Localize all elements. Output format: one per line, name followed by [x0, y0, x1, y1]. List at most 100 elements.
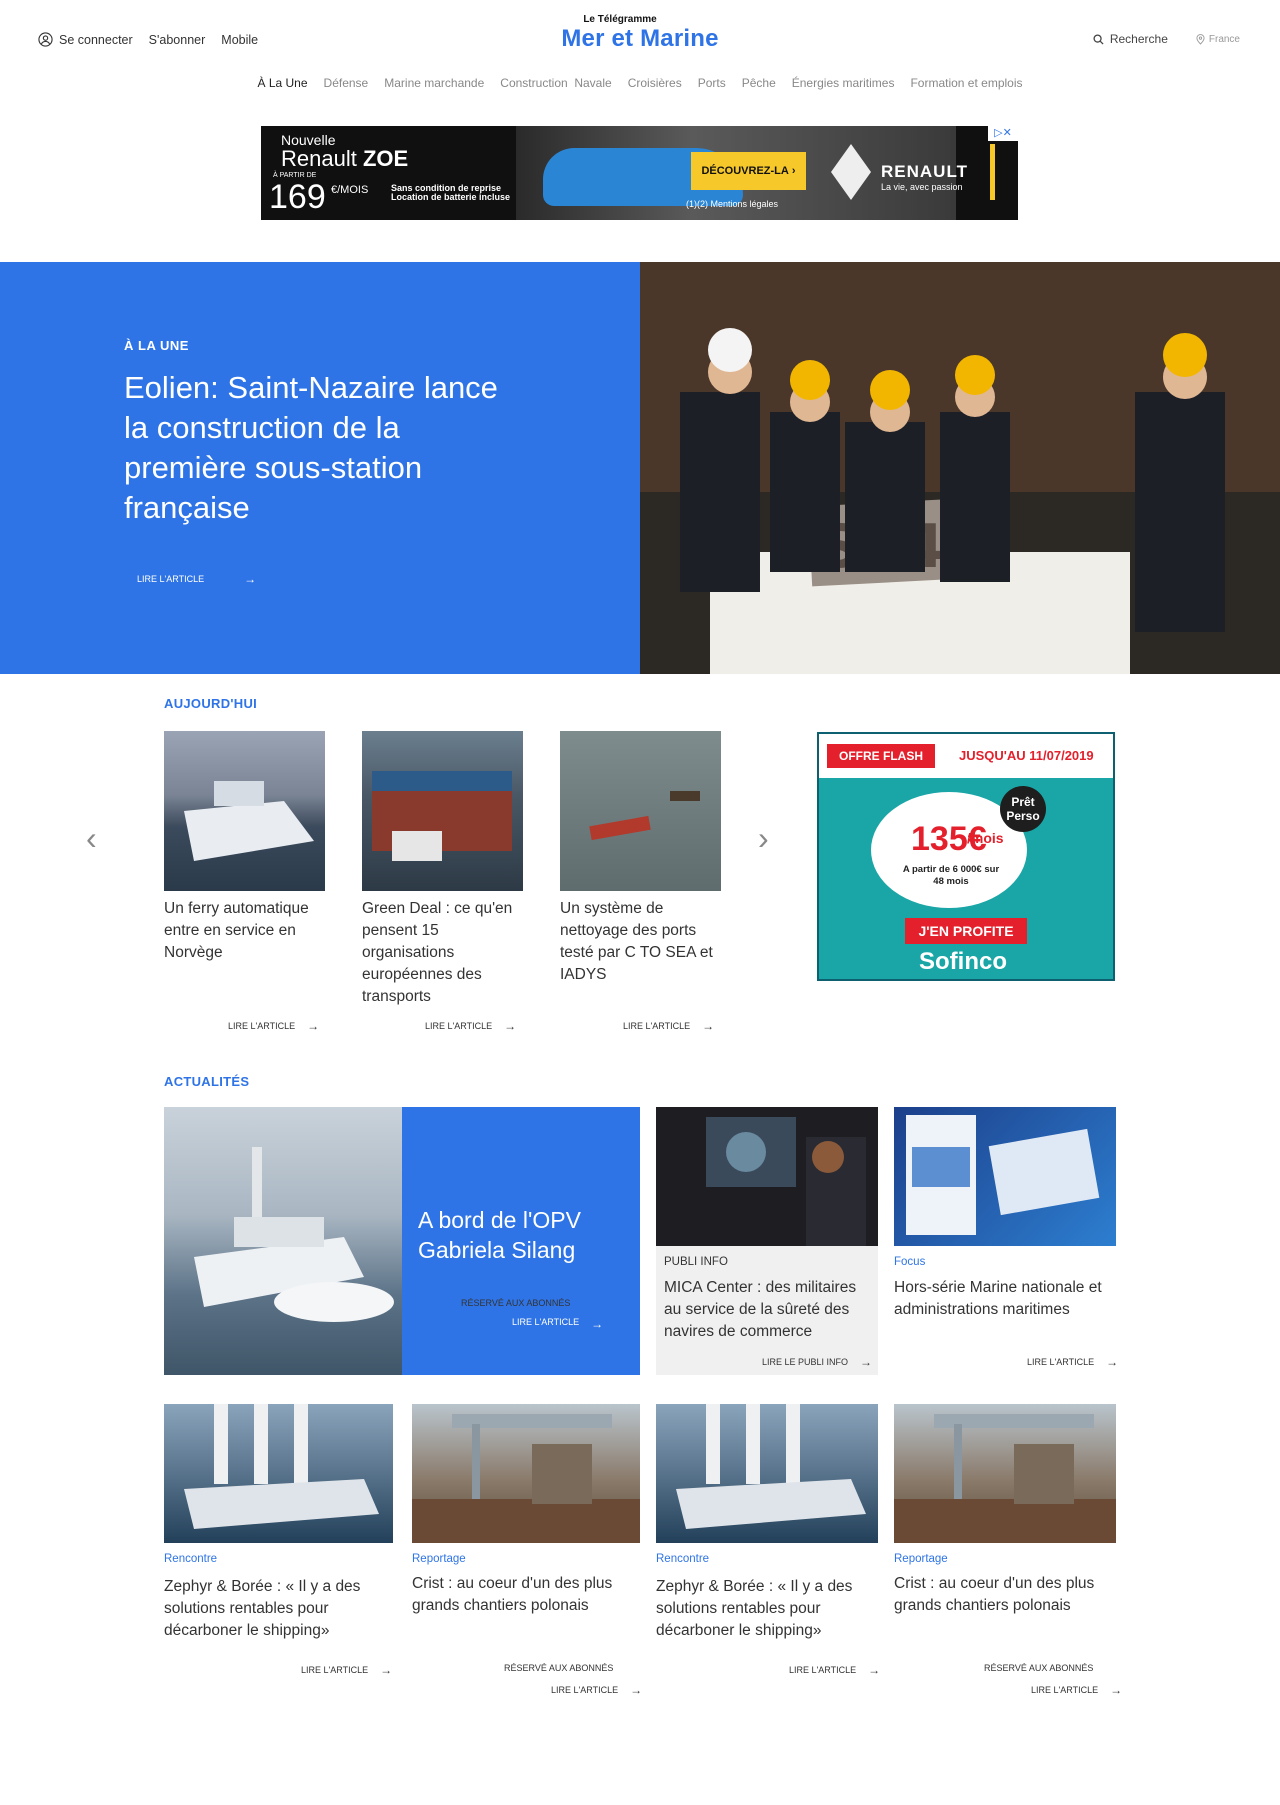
nav-item-formation[interactable]: Formation et emplois	[910, 76, 1022, 90]
arrow-right-icon: →	[380, 1663, 393, 1677]
nav-item-peche[interactable]: Pêche	[742, 76, 776, 90]
ad-brand: RENAULT	[881, 162, 968, 181]
hero-title[interactable]: Eolien: Saint-Nazaire lance la construct…	[124, 368, 524, 528]
hero-text-panel: À LA UNE Eolien: Saint-Nazaire lance la …	[0, 262, 640, 674]
arrow-right-icon: →	[504, 1019, 517, 1033]
today-image-1[interactable]	[164, 731, 325, 891]
sail-ship-illustration	[184, 1404, 379, 1529]
feature-title: A bord de l'OPV Gabriela Silang	[418, 1207, 581, 1263]
publi-title[interactable]: MICA Center : des militaires au service …	[664, 1277, 872, 1343]
top-bar: Se connecter S'abonner Mobile Le Télégra…	[0, 0, 1280, 80]
port-cleaning-illustration	[589, 791, 700, 841]
top-right-tools: Recherche France	[1093, 32, 1240, 46]
hero-kicker: À LA UNE	[124, 338, 189, 353]
arrow-right-icon: →	[1110, 1683, 1123, 1697]
feature-subscriber-badge: RÉSERVÉ AUX ABONNÉS	[458, 1298, 589, 1310]
nav-item-ports[interactable]: Ports	[698, 76, 726, 90]
today-title-2[interactable]: Green Deal : ce qu'en pensent 15 organis…	[362, 898, 527, 1008]
row-read-label-3: LIRE L'ARTICLE	[789, 1665, 857, 1675]
region-label: France	[1208, 33, 1240, 45]
arrow-right-icon: →	[244, 572, 257, 586]
row-category-3: Rencontre	[656, 1553, 710, 1565]
sofinco-ad[interactable]: OFFRE FLASH JUSQU'AU 11/07/2019 Prêt Per…	[817, 732, 1115, 981]
publi-read-label: LIRE LE PUBLI INFO	[762, 1357, 849, 1367]
hero-photo[interactable]: S34	[640, 262, 1280, 674]
renault-banner-ad[interactable]: Nouvelle Renault ZOE À PARTIR DE 169 €/M…	[261, 126, 1018, 220]
row-read-2[interactable]: LIRE L'ARTICLE →	[551, 1683, 642, 1697]
row-title-1[interactable]: Zephyr & Borée : « Il y a des solutions …	[164, 1576, 374, 1642]
publi-read[interactable]: LIRE LE PUBLI INFO →	[762, 1355, 872, 1369]
carousel-next-button[interactable]: ›	[758, 820, 769, 857]
arrow-right-icon: →	[307, 1019, 320, 1033]
site-logo[interactable]: Le Télégramme Mer et Marine	[0, 14, 1280, 53]
arrow-right-icon: →	[860, 1355, 873, 1369]
row-category-4: Reportage	[894, 1553, 948, 1565]
container-ship-illustration	[372, 771, 512, 861]
today-read-1[interactable]: LIRE L'ARTICLE →	[228, 1019, 319, 1033]
search-button[interactable]: Recherche	[1093, 32, 1168, 46]
ad-model: Renault ZOE	[281, 146, 408, 172]
row-title-4[interactable]: Crist : au coeur d'un des plus grands ch…	[894, 1573, 1116, 1617]
search-label: Recherche	[1109, 32, 1168, 46]
focus-image[interactable]	[894, 1107, 1116, 1246]
ad-side-flash: OFFRE FLASH	[827, 744, 935, 768]
hero-photo-illustration: S34	[640, 262, 1280, 674]
ad-cta-label: DÉCOUVREZ-LA	[701, 165, 789, 177]
row-read-3[interactable]: LIRE L'ARTICLE →	[789, 1663, 880, 1677]
arrow-right-icon: →	[591, 1317, 604, 1331]
opv-ship-illustration	[194, 1147, 394, 1322]
arrow-right-icon: →	[630, 1683, 643, 1697]
today-read-2[interactable]: LIRE L'ARTICLE →	[425, 1019, 516, 1033]
nav-item-croisieres[interactable]: Croisières	[628, 76, 682, 90]
row-read-1[interactable]: LIRE L'ARTICLE →	[301, 1663, 392, 1677]
nav-item-a-la-une[interactable]: À La Une	[257, 76, 307, 90]
ad-side-cta[interactable]: J'EN PROFITE	[905, 918, 1027, 944]
row-image-3[interactable]	[656, 1404, 878, 1543]
hero-read-link[interactable]: LIRE L'ARTICLE →	[137, 572, 256, 586]
today-title-1[interactable]: Un ferry automatique entre en service en…	[164, 898, 329, 964]
today-read-label-1: LIRE L'ARTICLE	[228, 1021, 296, 1031]
nav-item-defense[interactable]: Défense	[324, 76, 369, 90]
today-read-label-3: LIRE L'ARTICLE	[623, 1021, 691, 1031]
ad-slogan: La vie, avec passion	[881, 182, 963, 192]
arrow-right-icon: →	[702, 1019, 715, 1033]
ad-yellow-bar	[990, 144, 995, 200]
today-image-3[interactable]	[560, 731, 721, 891]
feature-read-link[interactable]: LIRE L'ARTICLE →	[512, 1317, 603, 1331]
focus-read-label: LIRE L'ARTICLE	[1027, 1357, 1095, 1367]
mica-center-illustration	[706, 1117, 866, 1246]
nav-item-construction-navale[interactable]: Construction Navale	[500, 76, 611, 90]
ad-side-detail: A partir de 6 000€ sur 48 mois	[902, 864, 1000, 887]
today-title-3[interactable]: Un système de nettoyage des ports testé …	[560, 898, 725, 986]
today-image-2[interactable]	[362, 731, 523, 891]
row-title-2[interactable]: Crist : au coeur d'un des plus grands ch…	[412, 1573, 640, 1617]
focus-title[interactable]: Hors-série Marine nationale et administr…	[894, 1277, 1116, 1321]
ad-cta-button[interactable]: DÉCOUVREZ-LA ›	[691, 152, 806, 190]
row-category-1: Rencontre	[164, 1553, 218, 1565]
shipyard-illustration	[894, 1414, 1116, 1543]
location-pin-icon	[1196, 33, 1205, 45]
today-read-3[interactable]: LIRE L'ARTICLE →	[623, 1019, 714, 1033]
row-read-label-2: LIRE L'ARTICLE	[551, 1685, 619, 1695]
magazine-cover-illustration	[906, 1115, 1100, 1235]
publi-image[interactable]	[656, 1107, 878, 1246]
ad-choices-icon[interactable]: ▷✕	[988, 126, 1018, 141]
ad-side-badge: Prêt Perso	[1000, 786, 1046, 832]
row-title-3[interactable]: Zephyr & Borée : « Il y a des solutions …	[656, 1576, 866, 1642]
feature-image[interactable]	[164, 1107, 402, 1375]
ad-legal[interactable]: (1)(2) Mentions légales	[686, 199, 778, 209]
row-read-4[interactable]: LIRE L'ARTICLE →	[1031, 1683, 1122, 1697]
feature-text-box[interactable]: A bord de l'OPV Gabriela Silang RÉSERVÉ …	[402, 1107, 640, 1375]
nav-item-marine-marchande[interactable]: Marine marchande	[384, 76, 484, 90]
row-image-4[interactable]	[894, 1404, 1116, 1543]
nav-item-energies-maritimes[interactable]: Énergies maritimes	[792, 76, 895, 90]
carousel-prev-button[interactable]: ‹	[86, 820, 97, 857]
row-image-2[interactable]	[412, 1404, 640, 1543]
row-image-1[interactable]	[164, 1404, 393, 1543]
focus-read[interactable]: LIRE L'ARTICLE →	[1027, 1355, 1118, 1369]
arrow-right-icon: →	[1106, 1355, 1119, 1369]
shipyard-illustration	[412, 1414, 640, 1543]
hero-read-label: LIRE L'ARTICLE	[137, 574, 205, 584]
ad-model-make: Renault	[281, 146, 363, 171]
region-selector[interactable]: France	[1196, 34, 1240, 45]
